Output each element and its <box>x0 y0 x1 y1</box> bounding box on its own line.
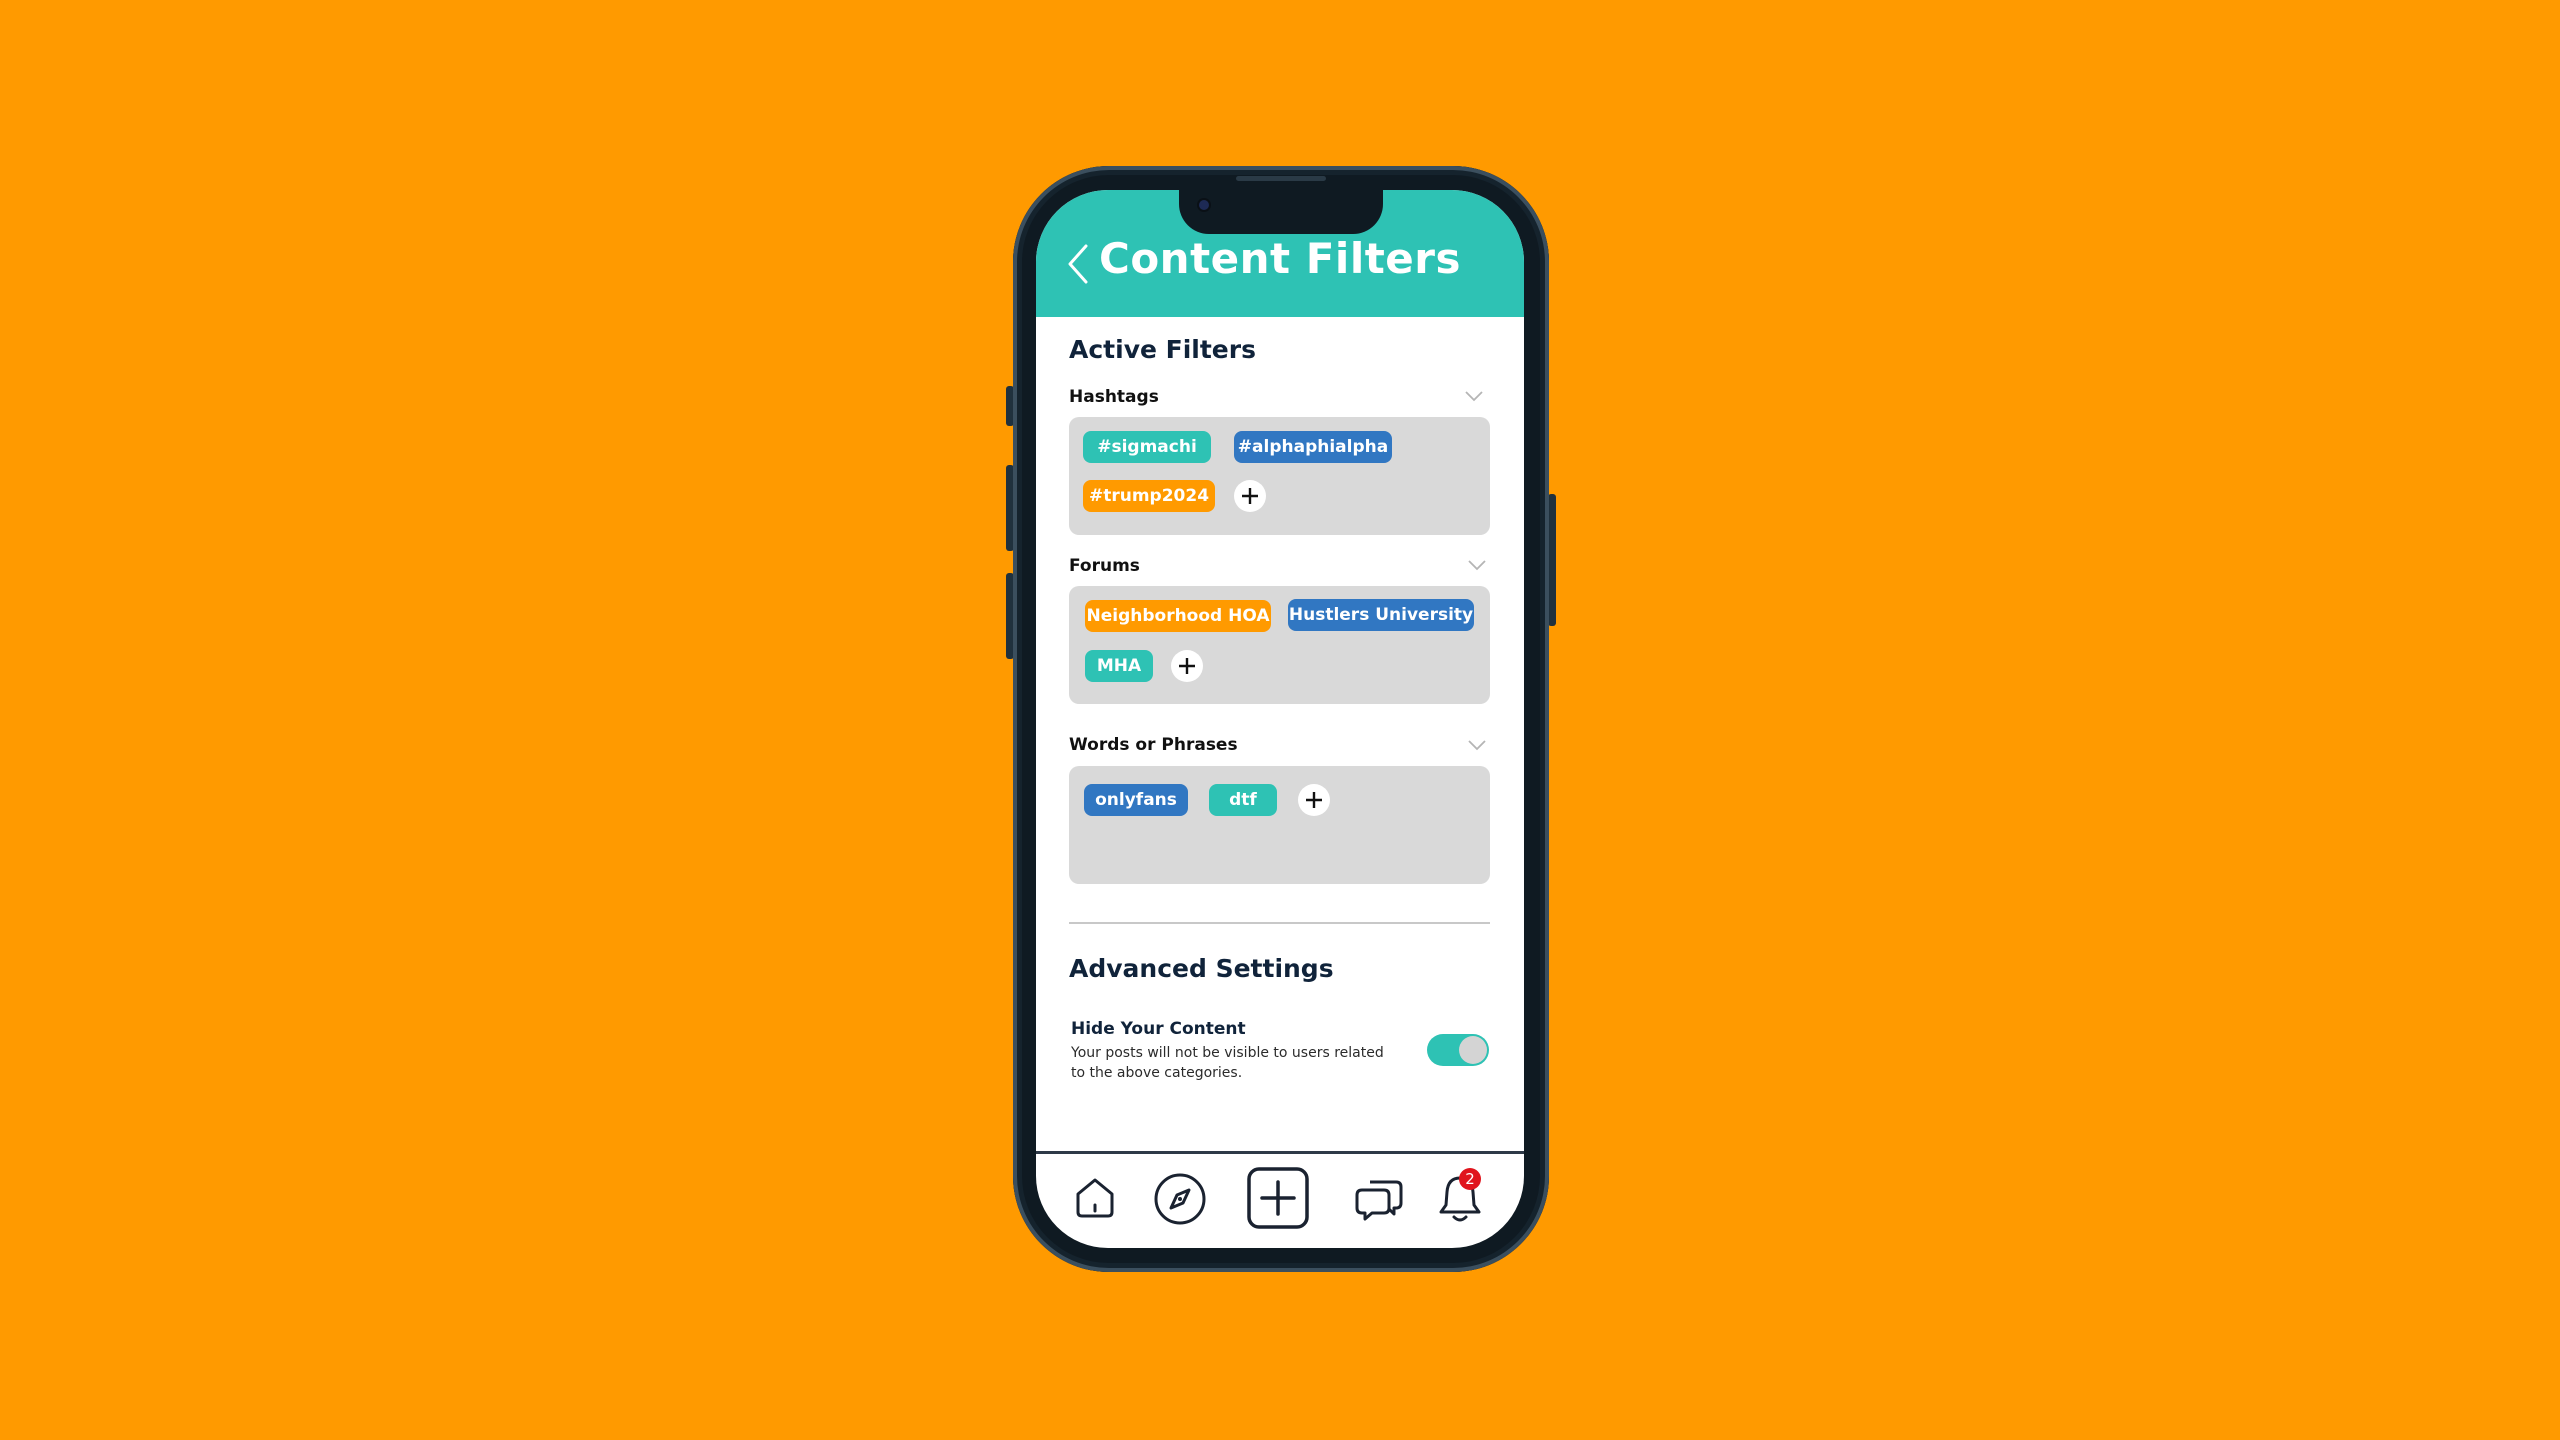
words-phrases-filter-box: onlyfans dtf <box>1069 766 1490 884</box>
hashtags-collapse-button[interactable] <box>1465 390 1483 404</box>
advanced-settings-heading: Advanced Settings <box>1069 954 1334 983</box>
hide-content-toggle[interactable] <box>1427 1034 1489 1066</box>
chat-icon <box>1355 1180 1403 1221</box>
filter-chip[interactable]: #alphaphialpha <box>1234 431 1392 463</box>
tab-explore[interactable] <box>1152 1172 1208 1228</box>
words-phrases-label: Words or Phrases <box>1069 735 1238 755</box>
forums-collapse-button[interactable] <box>1468 559 1486 573</box>
chevron-down-icon <box>1468 740 1486 751</box>
front-camera <box>1199 200 1209 210</box>
power-button <box>1548 494 1556 626</box>
hide-content-label: Hide Your Content <box>1071 1019 1246 1039</box>
phone-notch <box>1179 190 1383 234</box>
add-post-icon <box>1247 1167 1309 1229</box>
compass-icon <box>1154 1173 1206 1225</box>
plus-icon <box>1306 792 1322 808</box>
filter-chip[interactable]: Neighborhood HOA <box>1085 600 1271 632</box>
app-screen: Content Filters Active Filters Hashtags … <box>1036 190 1524 1248</box>
filter-chip[interactable]: MHA <box>1085 650 1153 682</box>
forums-label: Forums <box>1069 556 1140 576</box>
plus-icon <box>1242 488 1258 504</box>
speaker-grille <box>1236 176 1326 181</box>
filter-chip[interactable]: #trump2024 <box>1083 480 1215 512</box>
filter-chip[interactable]: Hustlers University <box>1288 599 1474 631</box>
tab-home[interactable] <box>1070 1172 1120 1222</box>
filter-chip[interactable]: onlyfans <box>1084 784 1188 816</box>
hashtags-label: Hashtags <box>1069 387 1159 407</box>
toggle-knob <box>1459 1036 1487 1064</box>
add-word-button[interactable] <box>1298 784 1330 816</box>
hide-content-description: Your posts will not be visible to users … <box>1071 1045 1384 1081</box>
tab-create-post[interactable] <box>1246 1166 1310 1230</box>
page-title: Content Filters <box>1099 234 1461 283</box>
tab-messages[interactable] <box>1354 1176 1404 1222</box>
chevron-down-icon <box>1465 391 1483 402</box>
notification-badge: 2 <box>1459 1168 1481 1190</box>
home-icon <box>1076 1178 1114 1218</box>
tabbar-divider <box>1036 1151 1524 1154</box>
words-phrases-collapse-button[interactable] <box>1468 739 1486 753</box>
add-forum-button[interactable] <box>1171 650 1203 682</box>
active-filters-heading: Active Filters <box>1069 335 1256 364</box>
hashtags-filter-box: #sigmachi #alphaphialpha #trump2024 <box>1069 417 1490 535</box>
filter-chip[interactable]: dtf <box>1209 784 1277 816</box>
chevron-down-icon <box>1468 560 1486 571</box>
add-hashtag-button[interactable] <box>1234 480 1266 512</box>
section-divider <box>1069 922 1490 924</box>
plus-icon <box>1179 658 1195 674</box>
forums-filter-box: Neighborhood HOA Hustlers University MHA <box>1069 586 1490 704</box>
filter-chip[interactable]: #sigmachi <box>1083 431 1211 463</box>
